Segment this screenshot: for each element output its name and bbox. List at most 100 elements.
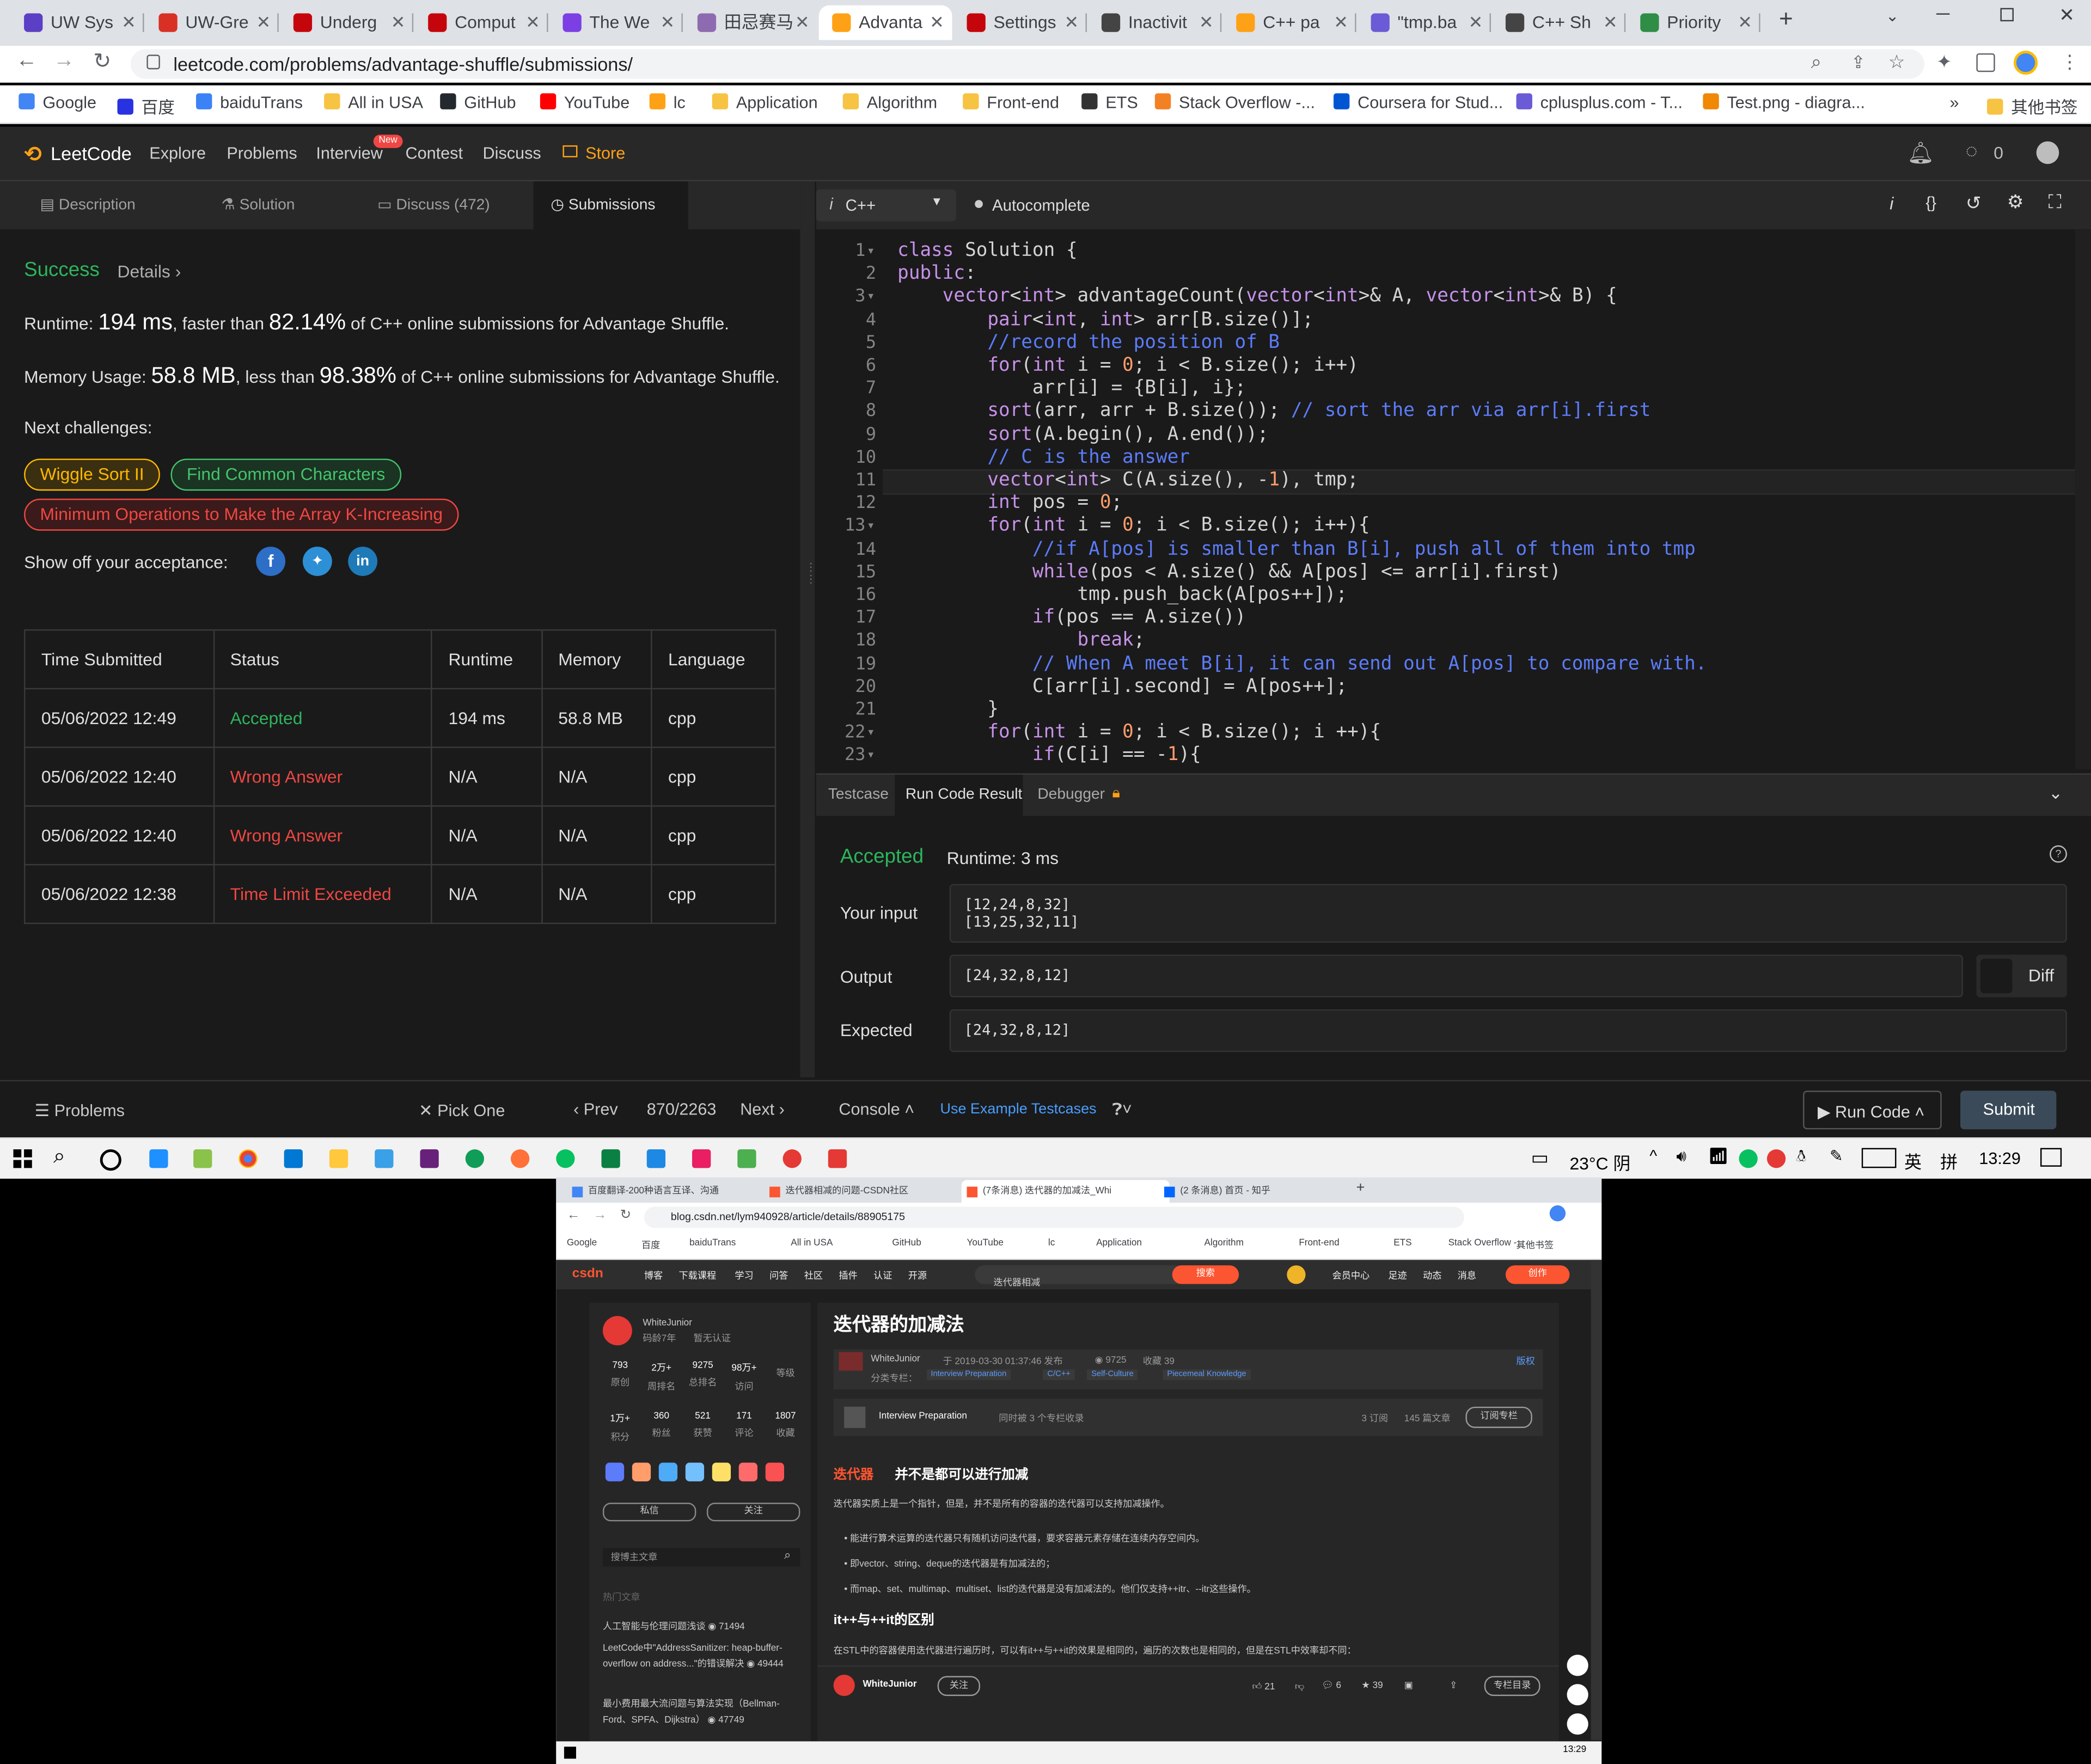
- cell-status[interactable]: Accepted: [212, 688, 433, 748]
- fold-caret-icon[interactable]: ▾: [867, 290, 875, 304]
- browser-tab[interactable]: C++ Sh ✕: [1492, 5, 1626, 40]
- fold-caret-icon[interactable]: ▾: [867, 749, 875, 763]
- csdn-nav-item[interactable]: 插件: [839, 1269, 857, 1282]
- close-tab-icon[interactable]: ✕: [1199, 5, 1214, 40]
- bookmark-item[interactable]: cplusplus.com - T...: [1516, 93, 1683, 112]
- s2-bookmark[interactable]: baiduTrans: [689, 1239, 736, 1248]
- category-tag[interactable]: C/C++: [1043, 1369, 1075, 1380]
- diff-toggle[interactable]: Diff: [1976, 954, 2067, 997]
- s2-scrollbar[interactable]: [1591, 1260, 1602, 1740]
- side-tool-icon[interactable]: [1567, 1684, 1588, 1706]
- toc-button[interactable]: 专栏目录: [1484, 1676, 1540, 1696]
- drag-handle-icon[interactable]: ⋮ ⋮: [805, 561, 816, 585]
- column-name[interactable]: Interview Preparation: [879, 1412, 967, 1421]
- keyboard-icon[interactable]: [1861, 1148, 1897, 1168]
- autocomplete-dot-icon[interactable]: [975, 200, 983, 209]
- editor-scrollbar[interactable]: [2075, 229, 2091, 770]
- s2-new-tab-button[interactable]: +: [1356, 1180, 1365, 1196]
- pane-divider[interactable]: ⋮ ⋮: [800, 181, 816, 1077]
- csdn-nav-item[interactable]: 认证: [873, 1269, 892, 1282]
- csdn-right-nav-item[interactable]: 会员中心: [1332, 1269, 1370, 1282]
- author-stat[interactable]: 9275 总排名: [683, 1361, 723, 1389]
- close-tab-icon[interactable]: ✕: [1469, 5, 1483, 40]
- close-tab-icon[interactable]: ✕: [391, 5, 406, 40]
- pen-icon[interactable]: ✎: [1830, 1147, 1843, 1165]
- s2-start-icon[interactable]: [564, 1747, 576, 1759]
- s2-bookmark[interactable]: Algorithm: [1204, 1239, 1243, 1248]
- browser-tab[interactable]: Priority ✕: [1627, 5, 1760, 40]
- category-tag[interactable]: Interview Preparation: [927, 1369, 1011, 1380]
- cell-status[interactable]: Wrong Answer: [212, 805, 433, 866]
- app-icon[interactable]: [737, 1149, 756, 1168]
- nav-problems[interactable]: Problems: [227, 144, 297, 162]
- csdn-logo[interactable]: csdn: [572, 1267, 603, 1282]
- meta-author[interactable]: WhiteJunior: [871, 1355, 920, 1364]
- nav-interview[interactable]: Interview: [316, 144, 383, 162]
- user-avatar-icon[interactable]: [2036, 141, 2059, 164]
- author-stat[interactable]: 171 评论: [724, 1412, 764, 1440]
- s2-bookmark[interactable]: Front-end: [1299, 1239, 1339, 1248]
- bookmark-item[interactable]: All in USA: [324, 93, 423, 112]
- forward-icon[interactable]: →: [53, 50, 75, 74]
- notification-icon[interactable]: [2040, 1148, 2062, 1167]
- author-stat[interactable]: 等级: [766, 1361, 805, 1380]
- bookmark-item[interactable]: Algorithm: [842, 93, 937, 112]
- s2-tab[interactable]: (2 条消息) 首页 - 知乎: [1159, 1180, 1367, 1203]
- bottom-author[interactable]: WhiteJunior: [863, 1680, 917, 1689]
- help-dropdown-icon[interactable]: ❓︎˅: [1112, 1100, 1132, 1120]
- weather-icon[interactable]: ▭: [1531, 1147, 1548, 1169]
- author-stat[interactable]: 2万+ 周排名: [641, 1361, 681, 1393]
- col-time[interactable]: Time Submitted: [24, 629, 215, 690]
- task-view-icon[interactable]: [149, 1149, 168, 1168]
- comment-count[interactable]: 💬︎ 6: [1322, 1680, 1341, 1690]
- tab-discuss[interactable]: ▭ Discuss (472): [377, 195, 490, 213]
- s2-tab-active[interactable]: (7条消息) 迭代器的加减法_Whi: [961, 1180, 1170, 1203]
- info-button-icon[interactable]: i: [1890, 193, 1893, 213]
- csdn-avatar[interactable]: [1287, 1265, 1306, 1284]
- meta-copyright[interactable]: 版权: [1517, 1355, 1535, 1368]
- search-icon[interactable]: ⌕: [784, 1548, 791, 1563]
- other-bookmarks[interactable]: 其他书签: [1987, 93, 2078, 119]
- s2-bookmark[interactable]: GitHub: [892, 1239, 921, 1248]
- leetcode-logo-icon[interactable]: ⟲: [24, 142, 42, 168]
- table-row[interactable]: 05/06/2022 12:49 Accepted 194 ms 58.8 MB cpp: [24, 688, 777, 748]
- csdn-right-nav-item[interactable]: 消息: [1458, 1269, 1476, 1282]
- fold-caret-icon[interactable]: ▾: [867, 244, 875, 259]
- favorite-count[interactable]: ★ 39: [1361, 1680, 1383, 1690]
- private-message-button[interactable]: 私信: [602, 1503, 696, 1522]
- tab-solution[interactable]: ⚗ Solution: [222, 195, 295, 213]
- s2-bookmark[interactable]: YouTube: [967, 1239, 1004, 1248]
- settings-gear-icon[interactable]: ⚙: [2007, 191, 2024, 213]
- music-tray-icon[interactable]: [1766, 1149, 1786, 1168]
- close-tab-icon[interactable]: ✕: [1603, 5, 1618, 40]
- challenge-find-common[interactable]: Find Common Characters: [170, 458, 401, 491]
- file-explorer-icon[interactable]: [329, 1149, 348, 1168]
- author-stat[interactable]: 1万+ 积分: [600, 1412, 640, 1444]
- cortana-icon[interactable]: [100, 1149, 121, 1171]
- nav-explore[interactable]: Explore: [149, 144, 206, 162]
- bookmark-item[interactable]: Front-end: [963, 93, 1059, 112]
- linkedin-icon[interactable]: in: [348, 547, 378, 576]
- tab-search-chevron-icon[interactable]: ⌄: [1886, 7, 1899, 25]
- tab-submissions[interactable]: ◷ Submissions: [533, 181, 688, 230]
- fullscreen-icon[interactable]: ⛶: [2049, 191, 2062, 213]
- tab-testcase[interactable]: Testcase: [828, 787, 889, 803]
- minimize-button[interactable]: [1936, 13, 1950, 15]
- hot-article[interactable]: LeetCode中"AddressSanitizer: heap-buffer-…: [603, 1641, 803, 1674]
- browser-tab[interactable]: UW Sys ✕: [11, 5, 144, 40]
- s2-tab[interactable]: 迭代器相减的问题-CSDN社区: [764, 1180, 972, 1203]
- author-stat[interactable]: 360 粉丝: [641, 1412, 681, 1440]
- s2-bookmark[interactable]: All in USA: [791, 1239, 833, 1248]
- close-tab-icon[interactable]: ✕: [660, 5, 675, 40]
- browser-tab[interactable]: C++ pa ✕: [1223, 5, 1356, 40]
- iterator-link[interactable]: 迭代器: [834, 1463, 873, 1483]
- table-row[interactable]: 05/06/2022 12:40 Wrong Answer N/A N/A cpp: [24, 805, 777, 866]
- back-icon[interactable]: ←: [16, 50, 37, 74]
- category-tag[interactable]: Piecemeal Knowledge: [1163, 1369, 1251, 1380]
- category-tag[interactable]: Self-Culture: [1087, 1369, 1138, 1380]
- table-row[interactable]: 05/06/2022 12:38 Time Limit Exceeded N/A N/…: [24, 863, 777, 924]
- s2-address-bar[interactable]: blog.csdn.net/lym940928/article/details/…: [644, 1206, 1465, 1228]
- share-icon[interactable]: ⇪: [1851, 52, 1866, 74]
- format-braces-icon[interactable]: {}: [1925, 193, 1936, 212]
- next-button[interactable]: Next ›: [740, 1100, 785, 1118]
